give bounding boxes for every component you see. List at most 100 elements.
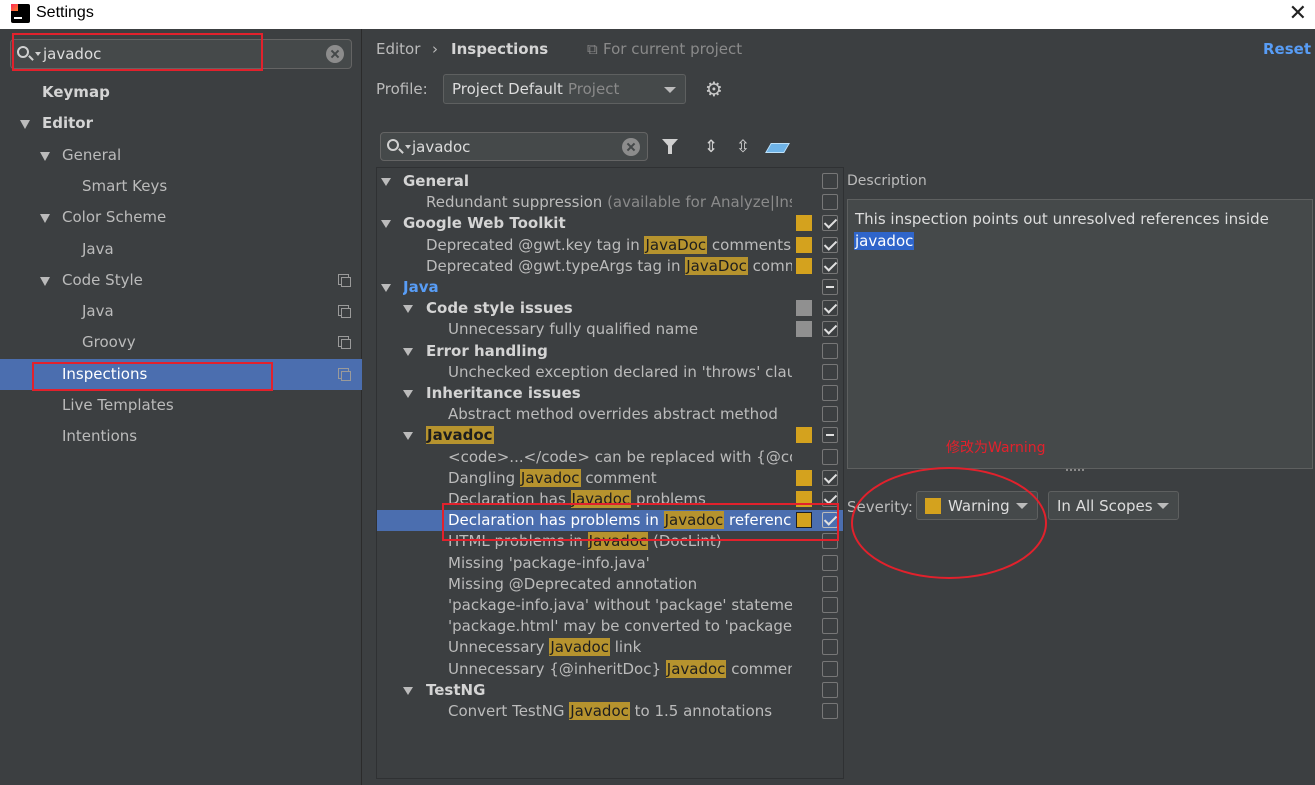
sidebar-item-editor[interactable]: Editor — [0, 108, 362, 139]
inspection-checkbox[interactable] — [822, 703, 838, 719]
inspection-checkbox[interactable] — [822, 512, 838, 529]
inspection-checkbox[interactable] — [822, 554, 838, 571]
filter-icon[interactable] — [660, 136, 682, 158]
label-part: 'package.html' may be converted to 'pack… — [448, 617, 792, 636]
expand-arrow-icon[interactable] — [20, 120, 30, 130]
inspection-row[interactable]: Missing @Deprecated annotation — [377, 574, 843, 595]
settings-search-field[interactable]: javadoc — [10, 39, 352, 69]
inspection-checkbox[interactable] — [822, 639, 838, 656]
search-options-caret-icon[interactable] — [405, 145, 411, 149]
sidebar-item-groovy[interactable]: Groovy — [0, 327, 362, 358]
expand-arrow-icon[interactable] — [403, 305, 413, 314]
expand-arrow-icon[interactable] — [403, 686, 413, 695]
inspection-row[interactable]: Convert TestNG Javadoc to 1.5 annotation… — [377, 701, 843, 722]
expand-arrow-icon[interactable] — [403, 390, 413, 398]
expand-arrow-icon[interactable] — [40, 214, 50, 224]
settings-search-input[interactable]: javadoc — [43, 45, 101, 63]
inspection-row[interactable]: Unnecessary {@inheritDoc} Javadoc commen… — [377, 659, 843, 680]
close-icon[interactable]: ✕ — [1289, 1, 1307, 26]
inspection-label-clip: 'package.html' may be converted to 'pack… — [448, 616, 792, 637]
inspection-row[interactable]: Abstract method overrides abstract metho… — [377, 404, 843, 425]
clear-search-icon[interactable] — [622, 138, 640, 156]
inspection-checkbox[interactable] — [822, 385, 838, 401]
inspection-group[interactable]: Java — [377, 277, 843, 298]
inspection-row[interactable]: Unnecessary Javadoc link — [377, 637, 843, 658]
expand-arrow-icon[interactable] — [381, 284, 391, 292]
sidebar-item-general[interactable]: General — [0, 140, 362, 171]
inspection-checkbox[interactable] — [822, 597, 838, 613]
severity-dropdown[interactable]: Warning — [916, 491, 1038, 520]
inspection-checkbox[interactable] — [822, 618, 838, 635]
scope-dropdown[interactable]: In All Scopes — [1048, 491, 1179, 520]
inspection-row[interactable]: Missing 'package-info.java' — [377, 553, 843, 574]
inspection-search-input[interactable]: javadoc — [412, 138, 470, 156]
inspection-row[interactable]: Unnecessary fully qualified name — [377, 319, 843, 340]
expand-all-icon[interactable]: ⇕ — [700, 136, 722, 158]
inspection-checkbox[interactable] — [822, 575, 838, 592]
inspection-checkbox[interactable] — [822, 321, 838, 338]
inspection-row[interactable]: Deprecated @gwt.typeArgs tag in JavaDoc … — [377, 256, 843, 277]
inspection-checkbox[interactable] — [822, 469, 838, 486]
inspection-group[interactable]: Error handling — [377, 341, 843, 362]
inspection-group[interactable]: Javadoc — [377, 425, 843, 446]
label-part: Deprecated @gwt.key tag in — [426, 235, 645, 254]
clear-search-icon[interactable] — [326, 45, 344, 63]
sidebar-item-java[interactable]: Java — [0, 296, 362, 327]
expand-arrow-icon[interactable] — [381, 220, 391, 229]
sidebar-item-color-scheme[interactable]: Color Scheme — [0, 202, 362, 233]
inspection-group[interactable]: Inheritance issues — [377, 383, 843, 404]
sidebar-item-code-style[interactable]: Code Style — [0, 265, 362, 296]
collapse-all-icon[interactable]: ⇳ — [732, 136, 754, 158]
inspection-checkbox[interactable] — [822, 448, 838, 465]
inspection-group[interactable]: General — [377, 171, 843, 192]
inspection-row[interactable]: <code>...</code> can be replaced with {@… — [377, 447, 843, 468]
inspection-row[interactable]: Unchecked exception declared in 'throws'… — [377, 362, 843, 383]
sidebar-item-live-templates[interactable]: Live Templates — [0, 390, 362, 421]
inspection-search-field[interactable]: javadoc — [380, 132, 648, 161]
sidebar-item-intentions[interactable]: Intentions — [0, 421, 362, 452]
inspection-checkbox[interactable] — [822, 236, 838, 253]
inspection-row[interactable]: 'package.html' may be converted to 'pack… — [377, 616, 843, 637]
sidebar-item-java[interactable]: Java — [0, 234, 362, 265]
inspection-label: <code>...</code> can be replaced with {@… — [448, 448, 792, 466]
inspection-checkbox[interactable] — [822, 406, 838, 423]
inspection-row[interactable]: Redundant suppression (available for Ana… — [377, 192, 843, 213]
inspection-group[interactable]: Google Web Toolkit — [377, 213, 843, 234]
inspection-row[interactable]: Deprecated @gwt.key tag in JavaDoc comme… — [377, 235, 843, 256]
inspection-checkbox[interactable] — [822, 681, 838, 698]
expand-arrow-icon[interactable] — [403, 347, 413, 356]
inspection-checkbox[interactable] — [822, 215, 838, 232]
inspection-checkbox[interactable] — [822, 342, 838, 359]
sidebar-item-smart-keys[interactable]: Smart Keys — [0, 171, 362, 202]
inspection-row[interactable]: Declaration has problems in Javadoc refe… — [377, 510, 843, 532]
inspection-group[interactable]: TestNG — [377, 680, 843, 701]
search-options-caret-icon[interactable] — [35, 52, 41, 56]
expand-arrow-icon[interactable] — [40, 151, 50, 161]
expand-arrow-icon[interactable] — [381, 178, 391, 186]
inspection-checkbox[interactable] — [822, 279, 838, 295]
inspection-row[interactable]: Declaration has Javadoc problems — [377, 489, 843, 510]
gear-icon[interactable]: ⚙ — [705, 79, 725, 99]
inspection-group[interactable]: Code style issues — [377, 298, 843, 319]
inspection-checkbox[interactable] — [822, 533, 838, 550]
inspection-checkbox[interactable] — [822, 300, 838, 317]
expand-arrow-icon[interactable] — [403, 432, 413, 441]
expand-arrow-icon[interactable] — [40, 276, 50, 286]
inspection-row[interactable]: HTML problems in Javadoc (DocLint) — [377, 531, 843, 552]
inspection-checkbox[interactable] — [822, 660, 838, 677]
inspection-checkbox[interactable] — [822, 257, 838, 274]
reset-link[interactable]: Reset — [1263, 40, 1311, 58]
inspection-checkbox[interactable] — [822, 194, 838, 211]
sidebar-item-keymap[interactable]: Keymap — [0, 77, 362, 108]
sidebar-item-inspections[interactable]: Inspections — [0, 358, 362, 390]
breadcrumb-editor[interactable]: Editor — [376, 40, 420, 58]
reset-to-default-icon[interactable] — [766, 136, 788, 158]
inspection-checkbox[interactable] — [822, 491, 838, 507]
splitter-grip[interactable] — [1066, 469, 1084, 475]
profile-dropdown[interactable]: Project Default Project — [443, 74, 686, 104]
inspection-checkbox[interactable] — [822, 363, 838, 380]
inspection-row[interactable]: 'package-info.java' without 'package' st… — [377, 595, 843, 616]
inspection-checkbox[interactable] — [822, 427, 838, 444]
inspection-checkbox[interactable] — [822, 173, 838, 189]
inspection-row[interactable]: Dangling Javadoc comment — [377, 468, 843, 489]
